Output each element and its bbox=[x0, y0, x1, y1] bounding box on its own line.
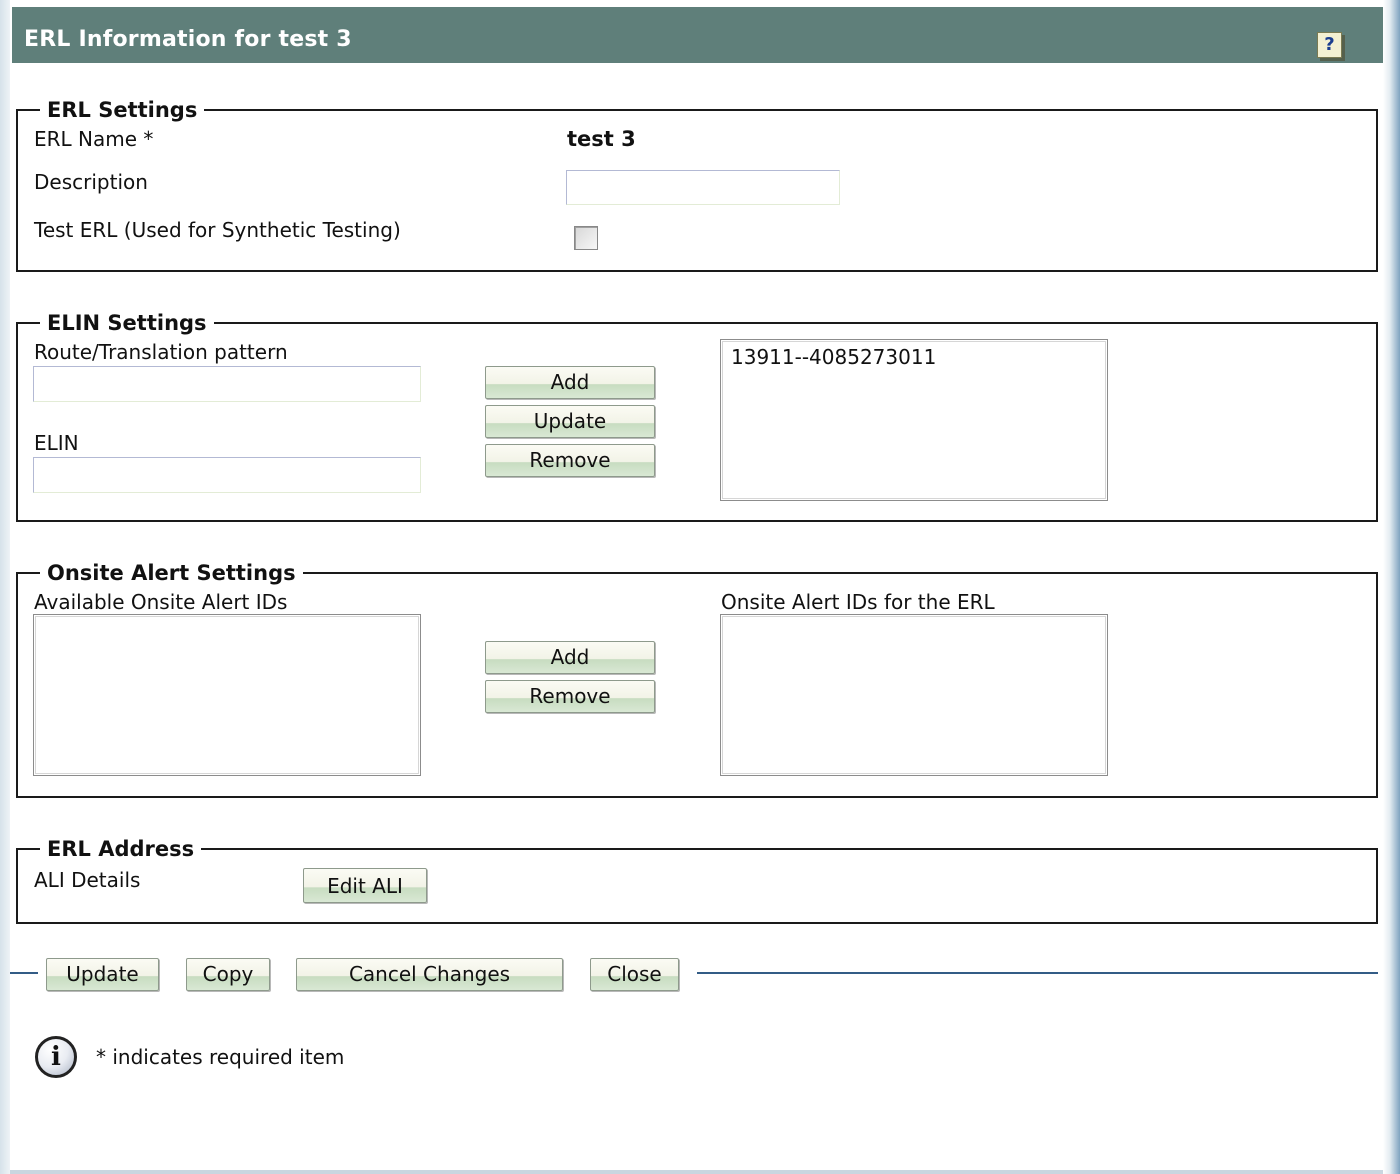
window-frame-bottom bbox=[10, 1170, 1383, 1174]
onsite-alert-legend: Onsite Alert Settings bbox=[40, 561, 303, 585]
elin-label: ELIN bbox=[34, 431, 79, 455]
elin-update-button[interactable]: Update bbox=[485, 405, 655, 438]
dialog-title: ERL Information for test 3 bbox=[24, 27, 352, 52]
elin-settings-legend: ELIN Settings bbox=[40, 311, 214, 335]
action-bar-divider-left bbox=[10, 972, 38, 974]
required-item-note: * indicates required item bbox=[96, 1045, 345, 1069]
erl-settings-legend: ERL Settings bbox=[40, 98, 205, 122]
available-alerts-listbox[interactable] bbox=[33, 614, 421, 776]
ali-details-label: ALI Details bbox=[34, 868, 141, 892]
erl-address-section bbox=[16, 848, 1378, 924]
test-erl-label: Test ERL (Used for Synthetic Testing) bbox=[34, 218, 401, 242]
erl-name-label: ERL Name * bbox=[34, 127, 154, 151]
route-pattern-input[interactable] bbox=[33, 366, 421, 402]
close-button[interactable]: Close bbox=[590, 958, 679, 991]
window-frame-left bbox=[0, 0, 10, 1174]
elin-remove-button[interactable]: Remove bbox=[485, 444, 655, 477]
erl-name-value: test 3 bbox=[567, 127, 636, 151]
cancel-changes-button[interactable]: Cancel Changes bbox=[296, 958, 563, 991]
alert-remove-button[interactable]: Remove bbox=[485, 680, 655, 713]
elin-add-button[interactable]: Add bbox=[485, 366, 655, 399]
route-pattern-label: Route/Translation pattern bbox=[34, 340, 288, 364]
elin-input[interactable] bbox=[33, 457, 421, 493]
update-button[interactable]: Update bbox=[46, 958, 159, 991]
elin-list-item[interactable]: 13911--4085273011 bbox=[731, 344, 936, 370]
action-bar-divider-right bbox=[697, 972, 1378, 974]
description-input[interactable] bbox=[566, 170, 840, 205]
elin-listbox[interactable]: 13911--4085273011 bbox=[720, 339, 1108, 501]
dialog-title-bar: ERL Information for test 3 ? bbox=[12, 7, 1383, 63]
help-question-icon[interactable]: ? bbox=[1317, 32, 1345, 61]
assigned-alerts-listbox[interactable] bbox=[720, 614, 1108, 776]
edit-ali-button[interactable]: Edit ALI bbox=[303, 868, 427, 903]
test-erl-checkbox[interactable] bbox=[574, 226, 598, 250]
alert-add-button[interactable]: Add bbox=[485, 641, 655, 674]
info-glyph: i bbox=[51, 1042, 61, 1072]
info-icon: i bbox=[35, 1036, 77, 1078]
assigned-alerts-label: Onsite Alert IDs for the ERL bbox=[721, 590, 995, 614]
description-label: Description bbox=[34, 170, 148, 194]
erl-address-legend: ERL Address bbox=[40, 837, 202, 861]
copy-button[interactable]: Copy bbox=[186, 958, 270, 991]
window-scrollbar-edge bbox=[1383, 0, 1400, 1174]
available-alerts-label: Available Onsite Alert IDs bbox=[34, 590, 288, 614]
help-glyph: ? bbox=[1324, 34, 1335, 55]
